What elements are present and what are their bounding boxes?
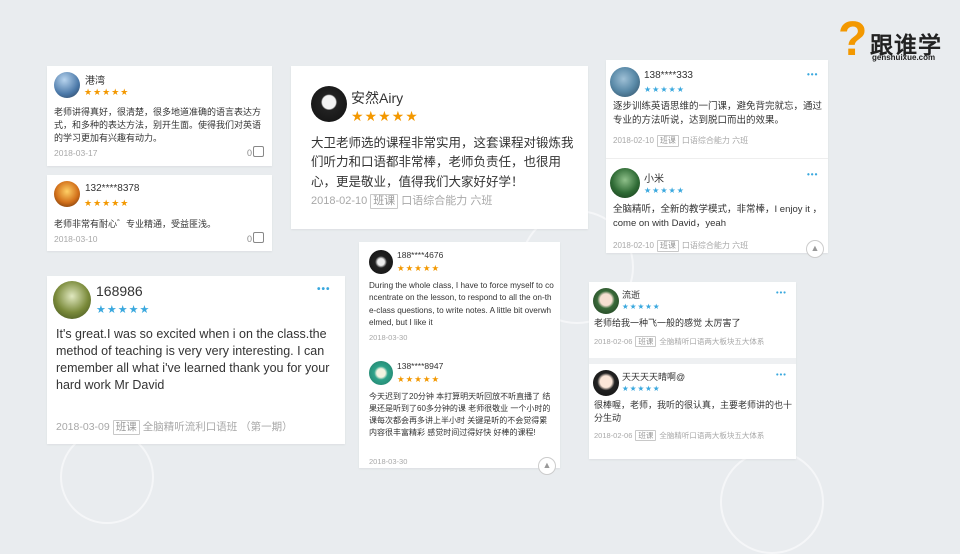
review-text: 今天迟到了20分钟 本打算明天听回放不听直播了 结果还是听到了60多分钟的课 老… <box>369 392 551 437</box>
review-meta: 2018-02-06 班课 全脑精听口语两大板块五大体系 <box>594 430 764 441</box>
like-count: 0 <box>247 148 253 158</box>
avatar <box>54 72 80 98</box>
review-text: 老师非常有耐心゛专业精通，受益匪浅。 <box>54 219 217 229</box>
background-watermark <box>720 450 824 554</box>
star-rating: ★★★★★ <box>644 85 685 94</box>
course-name: 口语综合能力 六班 <box>681 241 749 250</box>
star-rating: ★★★★★ <box>397 374 441 384</box>
review-card: 132****8378 ★★★★★ 老师非常有耐心゛专业精通，受益匪浅。 201… <box>47 175 272 251</box>
review-meta: 2018-02-10 班课 口语综合能力 六班 <box>613 240 748 252</box>
review-text: During the whole class, I have to force … <box>369 281 554 327</box>
course-name: 口语综合能力 六班 <box>401 195 493 207</box>
review-card: 流逝 ★★★★★ ••• 老师给我一种飞一般的感觉 太厉害了 2018-02-0… <box>589 282 796 459</box>
review-text: 大卫老师选的课程非常实用，这套课程对锻炼我们听力和口语都非常棒，老师负责任，也很… <box>311 136 574 189</box>
star-rating: ★★★★★ <box>96 304 151 316</box>
reviewer-name: 138****8947 <box>397 361 444 371</box>
review-date: 2018-02-10 <box>311 195 368 207</box>
avatar <box>311 86 347 122</box>
class-tag: 班课 <box>656 135 679 147</box>
class-tag: 班课 <box>635 336 657 347</box>
star-rating: ★★★★★ <box>84 198 130 208</box>
star-rating: ★★★★★ <box>644 186 685 195</box>
avatar <box>53 281 91 319</box>
avatar <box>369 250 393 274</box>
avatar <box>54 181 80 207</box>
review-date: 2018-02-06 <box>594 337 633 346</box>
review-text: It's great.I was so excited when i on th… <box>56 327 330 392</box>
star-rating: ★★★★★ <box>397 263 441 273</box>
course-name: 全脑精听口语两大板块五大体系 <box>659 337 765 346</box>
reviewer-name: 188****4676 <box>397 250 444 260</box>
reviewer-name: 港湾 <box>85 76 105 87</box>
review-text: 逐步训练英语思维的一门课，避免背完就忘，通过专业的方法听说，达到脱口而出的效果。 <box>613 101 823 126</box>
reviewer-name: 小米 <box>644 174 664 185</box>
reviewer-name: 132****8378 <box>85 183 140 194</box>
reviewer-name: 天天天天晴啊@ <box>622 372 686 382</box>
review-date: 2018-02-10 <box>613 136 654 145</box>
like-button[interactable]: 0 <box>247 232 265 244</box>
review-date: 2018-03-30 <box>369 457 408 466</box>
course-name: 全脑精听流利口语班 （第一期） <box>142 421 293 433</box>
review-date: 2018-03-30 <box>369 333 408 342</box>
reviewer-name: 安然Airy <box>351 90 404 106</box>
avatar <box>593 370 619 396</box>
review-text: 很棒喔，老师，我听的很认真，主要老师讲的也十分生动 <box>594 400 793 424</box>
divider <box>606 158 828 159</box>
star-rating: ★★★★★ <box>351 108 419 124</box>
brand-logo-icon: ? <box>838 13 868 66</box>
class-tag: 班课 <box>656 240 679 252</box>
star-rating: ★★★★★ <box>622 384 661 393</box>
avatar <box>369 361 393 385</box>
course-name: 口语综合能力 六班 <box>681 136 749 145</box>
more-options-button[interactable]: ••• <box>807 170 818 179</box>
reviewer-name: 168986 <box>96 283 143 299</box>
arrow-up-icon: ▲ <box>810 243 820 253</box>
review-card: 168986 ★★★★★ ••• It's great.I was so exc… <box>47 276 345 444</box>
class-tag: 班课 <box>635 430 657 441</box>
more-options-button[interactable]: ••• <box>776 370 787 379</box>
thumbs-up-icon <box>253 232 265 243</box>
review-date: 2018-02-10 <box>613 241 654 250</box>
review-date: 2018-03-09 <box>56 421 110 433</box>
background-watermark <box>60 430 154 524</box>
more-options-button[interactable]: ••• <box>317 284 331 295</box>
more-options-button[interactable]: ••• <box>807 70 818 79</box>
review-card: 188****4676 ★★★★★ During the whole class… <box>359 242 560 475</box>
divider <box>589 358 796 364</box>
star-rating: ★★★★★ <box>84 87 130 97</box>
review-meta: 2018-03-09 班课 全脑精听流利口语班 （第一期） <box>56 419 293 435</box>
avatar <box>610 168 640 198</box>
review-card: 港湾 ★★★★★ 老师讲得真好，很清楚，很多地道准确的语言表达方式，和多种的表达… <box>47 66 272 166</box>
review-meta: 2018-02-10 班课 口语综合能力 六班 <box>311 192 493 210</box>
review-card: 138****333 ★★★★★ ••• 逐步训练英语思维的一门课，避免背完就忘… <box>606 60 828 258</box>
more-options-button[interactable]: ••• <box>776 288 787 297</box>
review-meta: 2018-02-06 班课 全脑精听口语两大板块五大体系 <box>594 336 764 347</box>
arrow-up-icon: ▲ <box>542 460 552 470</box>
like-count: 0 <box>247 234 253 244</box>
reviewer-name: 流逝 <box>622 290 641 300</box>
scroll-to-top-button[interactable]: ▲ <box>538 457 556 475</box>
review-card: 安然Airy ★★★★★ 大卫老师选的课程非常实用，这套课程对锻炼我们听力和口语… <box>291 66 588 229</box>
scroll-to-top-button[interactable]: ▲ <box>806 240 824 258</box>
class-tag: 班课 <box>370 194 399 210</box>
brand-domain: genshuixue.com <box>872 53 936 62</box>
review-meta: 2018-02-10 班课 口语综合能力 六班 <box>613 135 748 147</box>
review-text: 老师讲得真好，很清楚，很多地道准确的语言表达方式，和多种的表达方法，别开生面。使… <box>54 107 262 144</box>
avatar <box>610 67 640 97</box>
class-tag: 班课 <box>112 420 140 435</box>
review-text: 老师给我一种飞一般的感觉 太厉害了 <box>594 318 741 328</box>
thumbs-up-icon <box>253 146 265 157</box>
review-date: 2018-03-10 <box>54 234 98 244</box>
course-name: 全脑精听口语两大板块五大体系 <box>659 431 765 440</box>
reviewer-name: 138****333 <box>644 70 693 81</box>
like-button[interactable]: 0 <box>247 146 265 158</box>
review-date: 2018-02-06 <box>594 431 633 440</box>
review-text: 全脑精听，全新的教学模式，非常棒，I enjoy it ，come on wit… <box>613 204 823 229</box>
avatar <box>593 288 619 314</box>
review-date: 2018-03-17 <box>54 148 98 158</box>
star-rating: ★★★★★ <box>622 302 661 311</box>
